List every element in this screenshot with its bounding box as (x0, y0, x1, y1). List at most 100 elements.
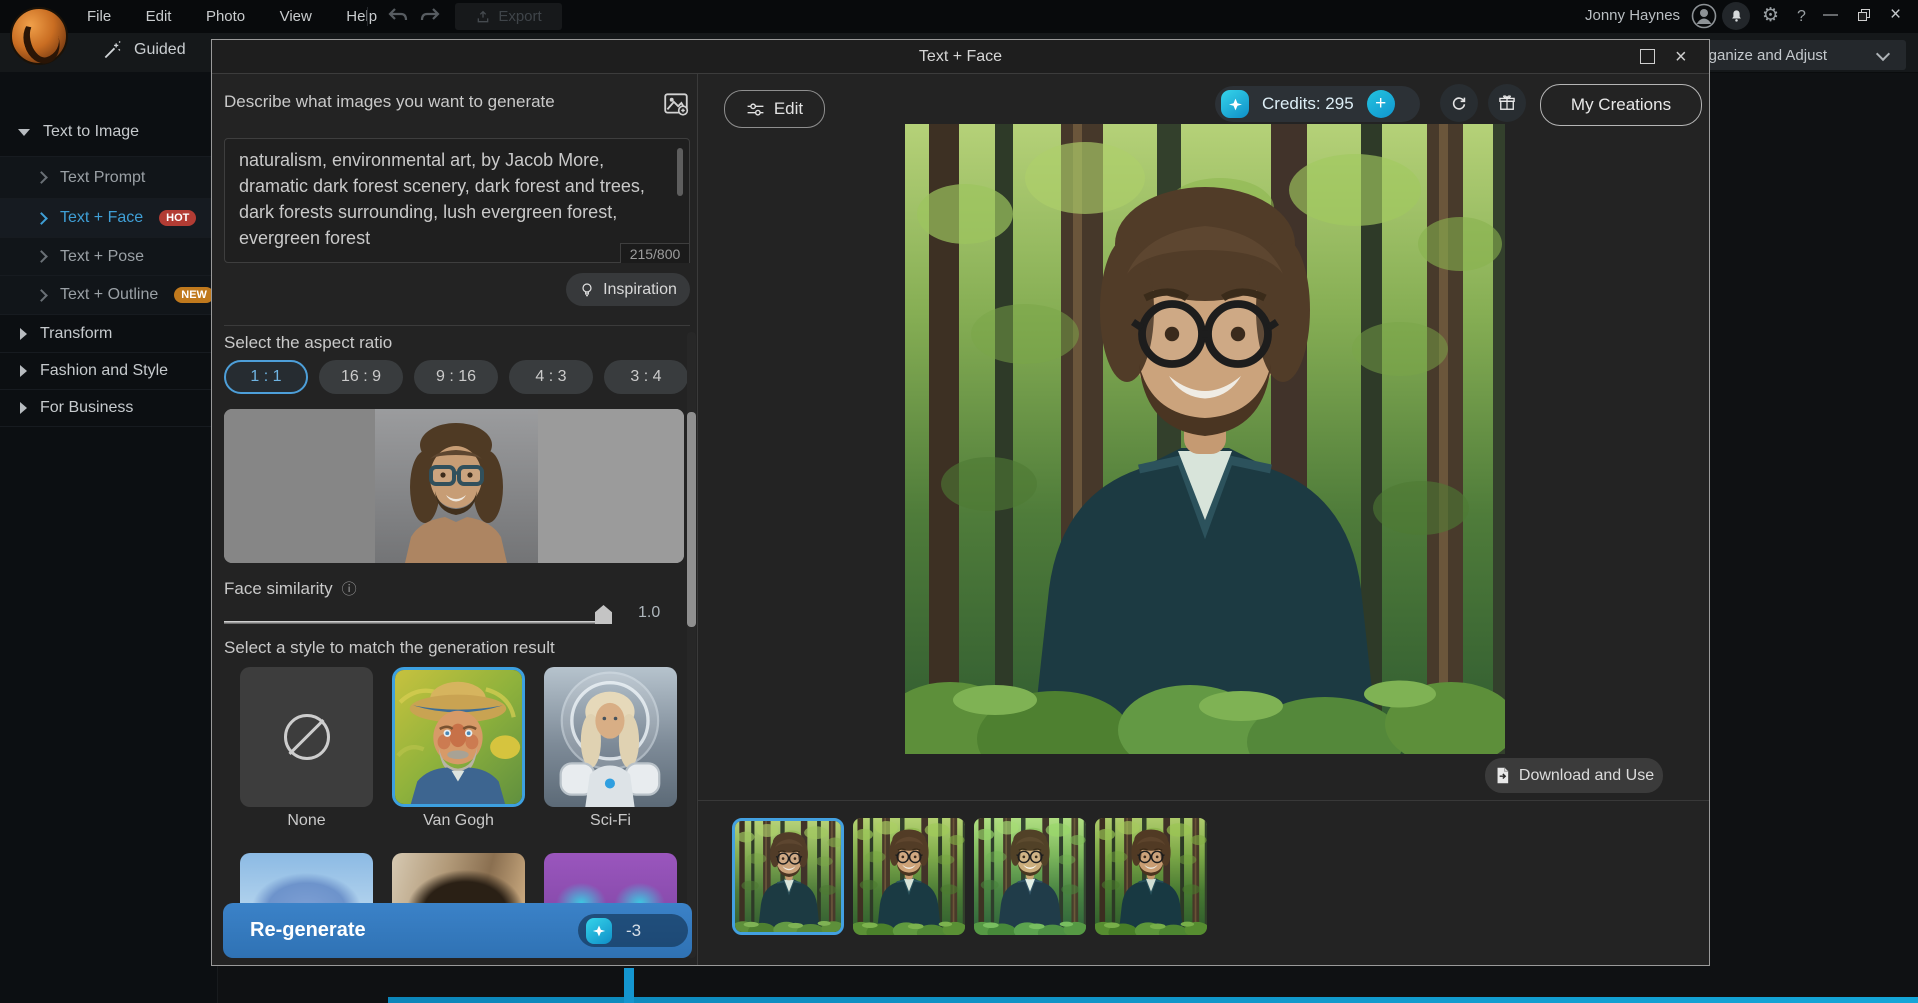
dialog-titlebar[interactable]: Text + Face (212, 40, 1709, 74)
face-reference-preview[interactable] (224, 409, 684, 563)
face-similarity-label: Face similarity (224, 579, 333, 599)
credit-gem-icon (1221, 90, 1249, 118)
style-card-partial-2[interactable] (392, 853, 525, 903)
aspect-ratio-label: Select the aspect ratio (224, 333, 392, 353)
sidebar-group-label: For Business (40, 399, 133, 417)
face-similarity-slider-track[interactable] (224, 621, 612, 624)
download-and-use-button[interactable]: Download and Use (1485, 758, 1663, 793)
minimize-window-icon[interactable]: — (1823, 0, 1838, 30)
style-card-partial-1[interactable] (240, 853, 373, 903)
style-card-none[interactable] (240, 667, 373, 807)
new-badge: NEW (174, 287, 214, 303)
guided-tab[interactable]: Guided (102, 40, 186, 60)
sidebar-group-for-business[interactable]: For Business (0, 390, 217, 427)
redo-icon[interactable] (418, 5, 444, 27)
user-name[interactable]: Jonny Haynes (1585, 0, 1680, 31)
sidebar-group-label: Text to Image (43, 123, 139, 141)
sidebar-group-transform[interactable]: Transform (0, 315, 217, 353)
generated-image-preview[interactable] (905, 124, 1505, 754)
status-progress-strip (388, 997, 1918, 1003)
sidebar-group-text-to-image[interactable]: Text to Image (0, 108, 217, 157)
sidebar-item-label: Text Prompt (60, 169, 145, 187)
refresh-credits-icon[interactable] (1440, 84, 1478, 122)
my-creations-button[interactable]: My Creations (1540, 84, 1702, 126)
close-window-icon[interactable]: × (1890, 0, 1901, 30)
menu-edit[interactable]: Edit (131, 1, 187, 32)
aspect-option-3-4[interactable]: 3 : 4 (604, 360, 688, 394)
face-similarity-value: 1.0 (638, 604, 660, 622)
style-section-label: Select a style to match the generation r… (224, 638, 555, 658)
face-similarity-slider-thumb[interactable] (595, 605, 612, 624)
none-slash-icon (284, 714, 330, 760)
undo-icon[interactable] (384, 5, 410, 27)
chevron-down-icon (1876, 47, 1890, 61)
sidebar-item-text-face[interactable]: Text + Face HOT (0, 199, 217, 238)
credits-label: Credits: 295 (1262, 94, 1354, 114)
dialog-title: Text + Face (212, 40, 1709, 73)
credits-pill: Credits: 295 + (1215, 86, 1420, 122)
export-label: Export (498, 8, 541, 25)
expanded-triangle-icon (18, 129, 30, 136)
chevron-right-icon (35, 171, 48, 184)
menu-view[interactable]: View (265, 1, 327, 32)
sidebar-group-fashion-style[interactable]: Fashion and Style (0, 353, 217, 390)
sidebar-item-text-pose[interactable]: Text + Pose (0, 238, 217, 276)
result-thumbnail-4[interactable] (1095, 818, 1207, 935)
sidebar-group-label: Fashion and Style (40, 362, 168, 380)
close-dialog-icon[interactable]: × (1675, 42, 1687, 72)
sidebar-item-text-outline[interactable]: Text + Outline NEW (0, 276, 217, 315)
thumbnail-strip-divider (698, 800, 1709, 801)
gift-icon[interactable] (1488, 84, 1526, 122)
settings-gear-icon[interactable]: ⚙ (1762, 1, 1779, 31)
user-avatar-icon[interactable] (1691, 3, 1717, 29)
hot-badge: HOT (159, 210, 196, 226)
edit-button[interactable]: Edit (724, 90, 825, 128)
prompt-label: Describe what images you want to generat… (224, 92, 555, 112)
download-label: Download and Use (1519, 767, 1654, 785)
panel-scrollbar-thumb[interactable] (687, 412, 696, 627)
download-use-icon (1494, 766, 1511, 785)
textarea-scrollbar[interactable] (677, 148, 683, 196)
info-icon[interactable]: ⓘ (342, 578, 357, 599)
window-titlebar[interactable]: File Edit Photo View Help Export Jonny H… (0, 0, 1918, 33)
canvas-cursor-mark (624, 968, 634, 1003)
style-card-van-gogh[interactable] (392, 667, 525, 807)
face-reference-photo (375, 409, 538, 563)
style-card-sci-fi[interactable] (544, 667, 677, 807)
maximize-dialog-icon[interactable] (1640, 49, 1655, 64)
menubar: File Edit Photo View Help (72, 1, 392, 32)
van-gogh-style-image (395, 670, 522, 804)
result-thumbnail-1[interactable] (732, 818, 844, 935)
menu-file[interactable]: File (72, 1, 126, 32)
my-creations-label: My Creations (1571, 95, 1671, 115)
aspect-option-4-3[interactable]: 4 : 3 (509, 360, 593, 394)
aspect-option-1-1[interactable]: 1 : 1 (224, 360, 308, 394)
preview-pad-right (538, 409, 684, 563)
toolbar-separator (367, 7, 368, 26)
aspect-option-16-9[interactable]: 16 : 9 (319, 360, 403, 394)
style-card-partial-3[interactable] (544, 853, 677, 903)
result-thumbnail-2[interactable] (853, 818, 965, 935)
notifications-bell-icon[interactable] (1722, 2, 1750, 30)
collapsed-triangle-icon (20, 328, 27, 340)
credit-cost-pill: -3 (578, 914, 688, 947)
image-reference-icon[interactable] (662, 90, 690, 118)
inspiration-label: Inspiration (603, 281, 677, 299)
style-label-none: None (240, 812, 373, 830)
aspect-option-9-16[interactable]: 9 : 16 (414, 360, 498, 394)
sliders-icon (746, 102, 765, 117)
menu-photo[interactable]: Photo (191, 1, 260, 32)
preview-pad-left (224, 409, 375, 563)
thumbnail-image (974, 818, 1086, 935)
style-label-sci-fi: Sci-Fi (544, 812, 677, 830)
inspiration-button[interactable]: Inspiration (566, 273, 690, 306)
result-thumbnail-3[interactable] (974, 818, 1086, 935)
regenerate-button[interactable]: Re-generate -3 (223, 903, 692, 958)
organize-adjust-dropdown[interactable]: Organize and Adjust (1676, 40, 1906, 70)
organize-label: Organize and Adjust (1692, 47, 1827, 64)
export-button[interactable]: Export (455, 3, 562, 30)
help-icon[interactable]: ? (1797, 2, 1806, 32)
sci-fi-style-image (544, 667, 677, 807)
add-credits-button[interactable]: + (1367, 90, 1395, 118)
sidebar-item-text-prompt[interactable]: Text Prompt (0, 157, 217, 199)
